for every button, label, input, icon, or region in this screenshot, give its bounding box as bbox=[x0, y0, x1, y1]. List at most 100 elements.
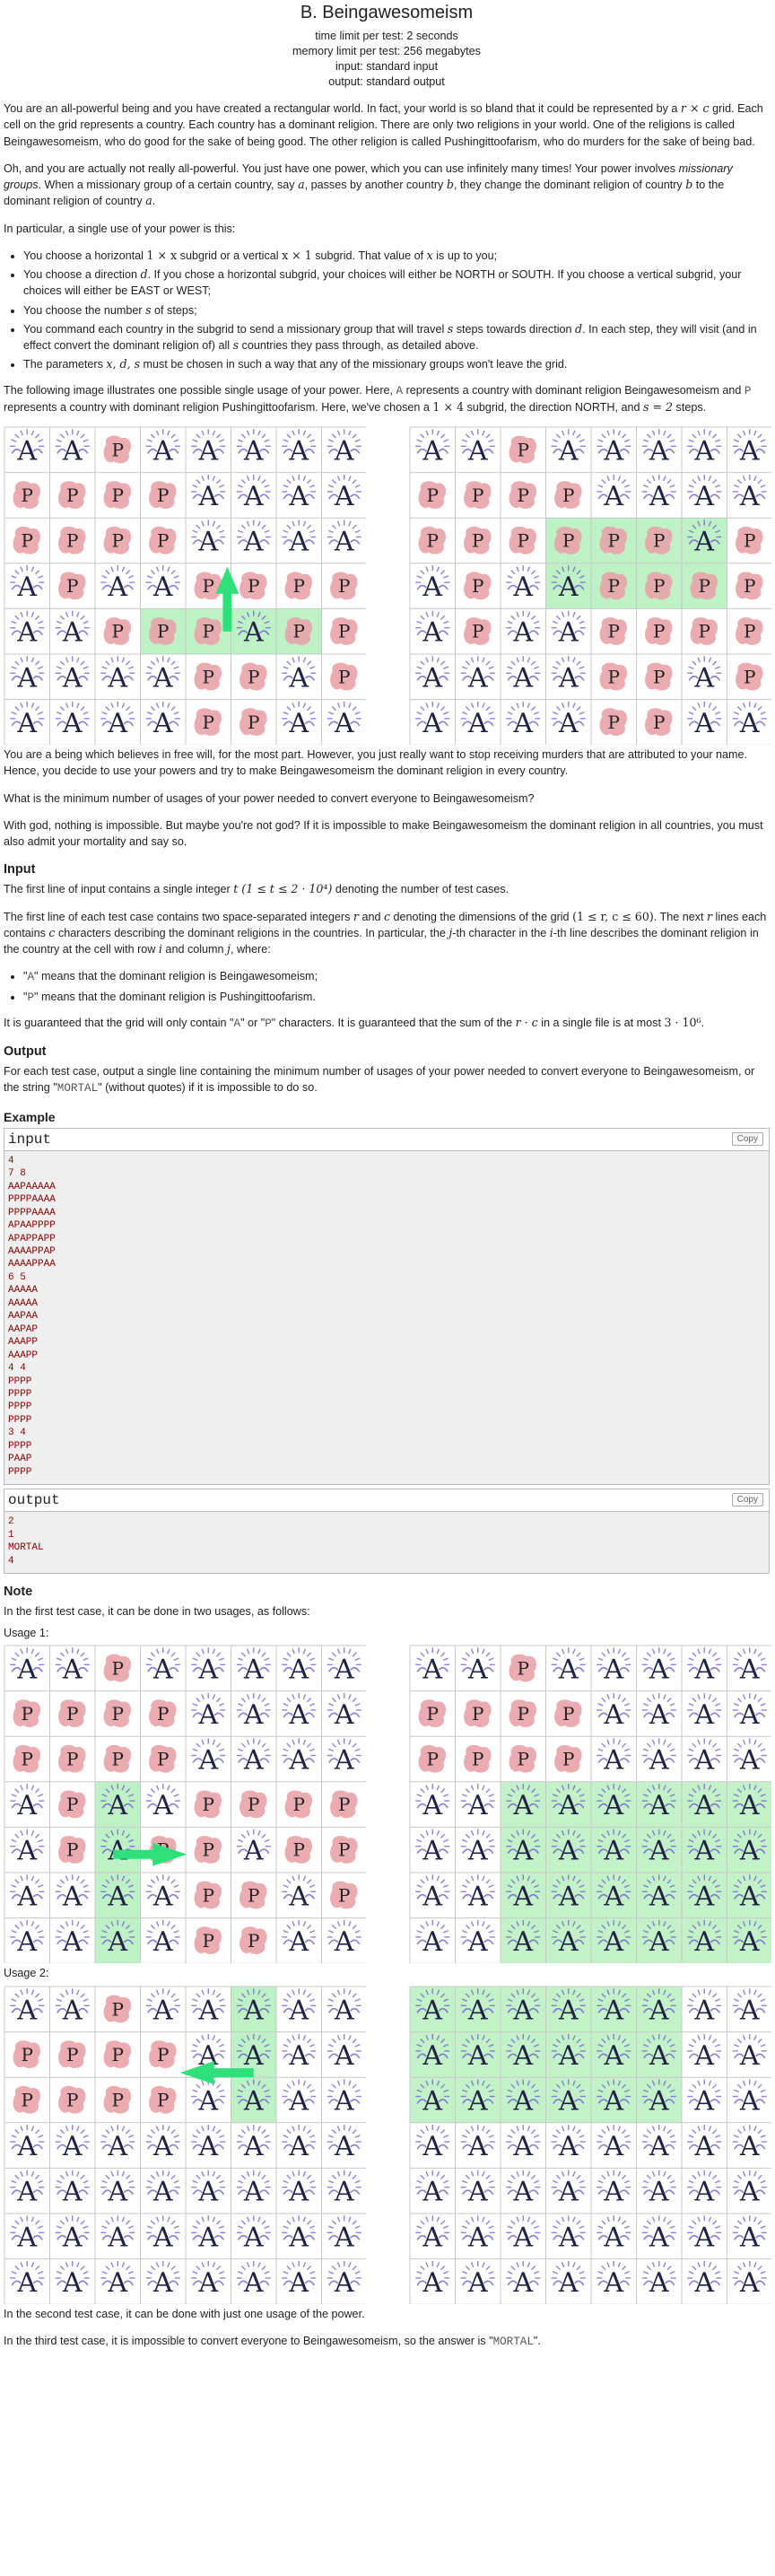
cell-letter: A bbox=[558, 708, 579, 739]
cell-letter: P bbox=[608, 712, 620, 733]
cell-letter: A bbox=[243, 1655, 264, 1686]
cell-a: A bbox=[100, 701, 135, 739]
cell-letter: A bbox=[16, 1791, 37, 1822]
input-paragraph-3: It is guaranteed that the grid will only… bbox=[4, 1015, 705, 1030]
cell-letter: A bbox=[16, 1995, 37, 2026]
cell-letter: A bbox=[739, 1836, 760, 1867]
cell-letter: P bbox=[203, 1839, 214, 1861]
cell-p: P bbox=[239, 1790, 267, 1819]
cell-letter: A bbox=[288, 2176, 309, 2207]
cell-p: P bbox=[194, 572, 222, 600]
sample-input-box: input Copy 4 7 8 AAPAAAAA PPPPAAAA PPPPA… bbox=[4, 1127, 770, 1486]
power-step-2: You choose a direction d. If you chose a… bbox=[23, 266, 770, 300]
cell-letter: A bbox=[197, 2267, 218, 2299]
cell-p: P bbox=[58, 2085, 86, 2114]
cell-a: A bbox=[191, 1738, 226, 1777]
cell-letter: A bbox=[739, 1699, 760, 1731]
illustration-before-grid: A A P A A A A AP P P P A A A AP P P P A A A AA P A A P P P PA A P P P A P P… bbox=[4, 426, 366, 745]
cell-letter: A bbox=[603, 2176, 623, 2207]
cell-letter: A bbox=[558, 1882, 579, 1913]
cell-letter: A bbox=[603, 1745, 623, 1777]
cell-letter: A bbox=[603, 1926, 623, 1958]
cell-a: A bbox=[10, 610, 45, 649]
cell-p: P bbox=[13, 2039, 41, 2068]
cell-a: A bbox=[460, 1874, 495, 1913]
cell-p: P bbox=[464, 572, 492, 600]
cell-a: A bbox=[327, 1738, 361, 1777]
cell-a: A bbox=[641, 474, 676, 512]
cell-letter: A bbox=[739, 1745, 760, 1777]
cell-letter: A bbox=[693, 435, 714, 467]
cell-letter: A bbox=[512, 1836, 533, 1867]
usage-1-figure: AAPAAAAAPPPPAAAAPPPPAAAAAPAAPPPPAPAPPAPP… bbox=[4, 1645, 771, 1964]
copy-input-button[interactable]: Copy bbox=[731, 1131, 763, 1146]
cell-letter: P bbox=[66, 485, 78, 506]
cell-p: P bbox=[509, 1745, 537, 1774]
cell-a: A bbox=[282, 520, 317, 558]
cell-a: A bbox=[100, 656, 135, 694]
cell-letter: A bbox=[334, 481, 354, 512]
cell-letter: A bbox=[603, 1995, 623, 2026]
cell-p: P bbox=[239, 662, 267, 691]
power-step-1: You choose a horizontal 1 × x subgrid or… bbox=[23, 248, 770, 264]
cell-letter: A bbox=[603, 2222, 623, 2253]
cell-a: A bbox=[10, 656, 45, 694]
cell-a: A bbox=[282, 1920, 317, 1958]
cell-letter: A bbox=[512, 2085, 533, 2117]
cell-letter: A bbox=[693, 2222, 714, 2253]
cell-p: P bbox=[464, 1699, 492, 1728]
cell-letter: P bbox=[66, 2044, 78, 2065]
cell-p: P bbox=[599, 662, 628, 691]
cell-letter: P bbox=[653, 666, 665, 687]
cell-letter: A bbox=[467, 2222, 488, 2253]
cell-letter: A bbox=[107, 1791, 127, 1822]
cell-a: A bbox=[145, 2170, 180, 2207]
cell-a: A bbox=[415, 656, 450, 694]
cell-letter: A bbox=[334, 2267, 354, 2299]
cell-p: P bbox=[464, 617, 492, 645]
cell-letter: P bbox=[744, 621, 755, 642]
cell-a: A bbox=[236, 1693, 271, 1731]
cell-letter: A bbox=[558, 1995, 579, 2026]
cell-letter: A bbox=[152, 662, 173, 694]
cell-letter: A bbox=[62, 2267, 83, 2299]
cell-letter: A bbox=[467, 1791, 488, 1822]
cell-letter: A bbox=[649, 1836, 669, 1867]
cell-a: A bbox=[415, 701, 450, 739]
cell-letter: A bbox=[649, 2267, 669, 2299]
cell-letter: A bbox=[16, 572, 37, 603]
sample-output-label: output bbox=[8, 1492, 60, 1509]
cell-letter: A bbox=[288, 527, 309, 558]
cell-letter: A bbox=[739, 1882, 760, 1913]
statement-paragraph-7: With god, nothing is impossible. But may… bbox=[4, 818, 763, 848]
cell-a: A bbox=[506, 2260, 541, 2299]
copy-output-button[interactable]: Copy bbox=[731, 1493, 763, 1507]
cell-letter: P bbox=[66, 2089, 78, 2110]
cell-letter: A bbox=[649, 2040, 669, 2072]
cell-a: A bbox=[687, 1647, 722, 1686]
cell-a: A bbox=[641, 429, 676, 467]
cell-a: A bbox=[596, 2170, 631, 2207]
cell-letter: P bbox=[518, 439, 529, 460]
cell-letter: A bbox=[334, 2131, 354, 2162]
cell-letter: A bbox=[334, 435, 354, 467]
cell-letter: A bbox=[16, 1882, 37, 1913]
cell-letter: A bbox=[558, 2176, 579, 2207]
cell-letter: A bbox=[62, 662, 83, 694]
cell-a: A bbox=[732, 701, 767, 739]
cell-a: A bbox=[732, 2124, 767, 2162]
cell-p: P bbox=[58, 1836, 86, 1864]
cell-letter: P bbox=[203, 1930, 214, 1952]
cell-p: P bbox=[149, 481, 177, 510]
cell-p: P bbox=[330, 1790, 358, 1819]
cell-a: A bbox=[100, 2260, 135, 2299]
cell-a: A bbox=[687, 1988, 722, 2026]
cell-letter: A bbox=[558, 435, 579, 467]
cell-letter: P bbox=[744, 575, 755, 597]
cell-letter: A bbox=[62, 2131, 83, 2162]
cell-a: A bbox=[687, 2170, 722, 2207]
cell-letter: A bbox=[422, 662, 442, 694]
cell-a: A bbox=[687, 2079, 722, 2117]
cell-letter: A bbox=[512, 2267, 533, 2299]
cell-a: A bbox=[282, 2215, 317, 2253]
